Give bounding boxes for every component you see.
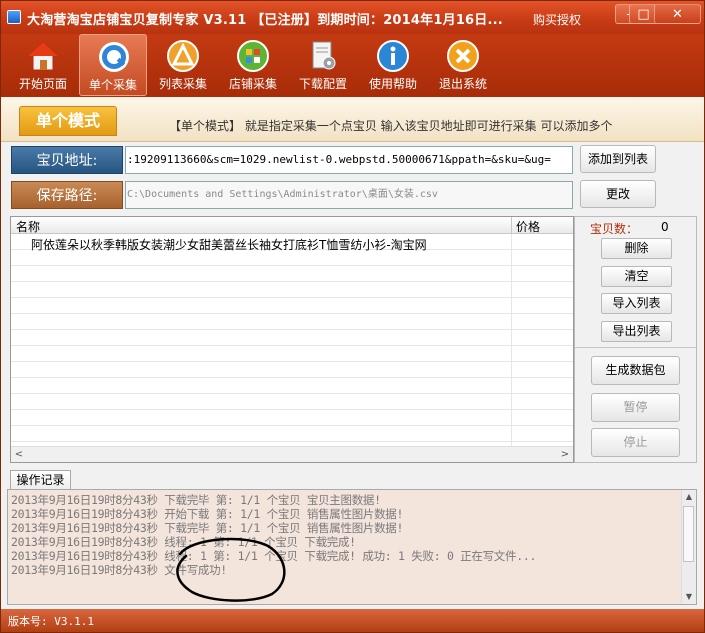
toolbar-item-home[interactable]: 开始页面	[9, 34, 77, 96]
mode-bar: 单个模式 【单个模式】 就是指定采集一个点宝贝 输入该宝贝地址即可进行采集 可以…	[1, 97, 704, 142]
clear-button[interactable]: 清空	[601, 266, 672, 287]
buy-license-link[interactable]: 购买授权	[533, 11, 581, 28]
generate-package-button[interactable]: 生成数据包	[591, 356, 680, 385]
app-window: 大淘营淘宝店铺宝贝复制专家 V3.11 【已注册】到期时间：2014年1月16日…	[0, 0, 705, 633]
import-list-button[interactable]: 导入列表	[601, 293, 672, 314]
toolbar-item-download-config[interactable]: 下载配置	[289, 34, 357, 96]
shop-icon	[237, 40, 269, 72]
toolbar-label: 下载配置	[298, 77, 347, 91]
pause-button[interactable]: 暂停	[591, 393, 680, 422]
side-panel: 宝贝数： 0 删除 清空 导入列表 导出列表 生成数据包 暂停 停止	[574, 216, 697, 463]
home-icon	[26, 41, 60, 71]
export-list-button[interactable]: 导出列表	[601, 321, 672, 342]
gear-icon	[312, 41, 336, 70]
toolbar-item-single-collect[interactable]: 单个采集	[79, 34, 147, 96]
toolbar-item-help[interactable]: 使用帮助	[359, 34, 427, 96]
info-icon	[377, 40, 409, 72]
scroll-down-icon[interactable]: ▼	[682, 590, 696, 604]
version-label: 版本号: V3.1.1	[8, 615, 94, 628]
item-list[interactable]: 名称 价格 阿依莲朵以秋季韩版女装潮少女甜美蕾丝长袖女打底衫T恤雪纺小衫-淘宝网…	[10, 216, 574, 463]
main-toolbar: 开始页面 单个采集 列表采集 店铺采集 下载配置 使用帮助 退出系统	[1, 34, 704, 97]
item-count-value: 0	[661, 220, 669, 234]
toolbar-item-shop-collect[interactable]: 店铺采集	[219, 34, 287, 96]
status-bar: 版本号: V3.1.1	[1, 609, 704, 632]
list-header: 名称 价格	[11, 217, 573, 234]
toolbar-item-list-collect[interactable]: 列表采集	[149, 34, 217, 96]
add-to-list-button[interactable]: 添加到列表	[580, 145, 656, 173]
stop-button[interactable]: 停止	[591, 428, 680, 457]
list-rows	[11, 234, 573, 446]
scroll-up-icon[interactable]: ▲	[682, 490, 696, 504]
column-header-price[interactable]: 价格	[516, 218, 540, 235]
list-icon	[167, 40, 199, 72]
save-path-label: 保存路径:	[11, 181, 123, 209]
title-bar[interactable]: 大淘营淘宝店铺宝贝复制专家 V3.11 【已注册】到期时间：2014年1月16日…	[1, 1, 704, 34]
scroll-left-icon[interactable]: <	[11, 447, 27, 462]
hand-drawn-circle-annotation	[176, 537, 286, 602]
toolbar-item-exit[interactable]: 退出系统	[429, 34, 497, 96]
scrollbar-thumb[interactable]	[683, 506, 694, 562]
horizontal-scrollbar[interactable]: < >	[11, 446, 573, 462]
change-path-button[interactable]: 更改	[580, 180, 656, 208]
scroll-right-icon[interactable]: >	[557, 447, 573, 462]
log-panel: 2013年9月16日19时8分43秒 下载完毕 第: 1/1 个宝贝 宝贝主图数…	[7, 489, 697, 605]
url-label: 宝贝地址:	[11, 146, 123, 174]
toolbar-label: 退出系统	[438, 77, 487, 91]
toolbar-label: 开始页面	[18, 77, 67, 91]
toolbar-label: 店铺采集	[228, 77, 277, 91]
toolbar-label: 单个采集	[88, 78, 137, 92]
toolbar-label: 列表采集	[158, 77, 207, 91]
tab-single-mode[interactable]: 单个模式	[19, 106, 117, 136]
table-row[interactable]: 阿依莲朵以秋季韩版女装潮少女甜美蕾丝长袖女打底衫T恤雪纺小衫-淘宝网	[31, 236, 427, 253]
url-input[interactable]: :19209113660&scm=1029.newlist-0.webpstd.…	[125, 146, 573, 174]
window-title: 大淘营淘宝店铺宝贝复制专家 V3.11 【已注册】到期时间：2014年1月16日…	[27, 13, 503, 28]
tab-operation-log[interactable]: 操作记录	[10, 470, 71, 490]
app-icon	[7, 10, 21, 24]
item-count-label: 宝贝数：	[590, 222, 639, 236]
log-vertical-scrollbar[interactable]: ▲ ▼	[681, 490, 696, 604]
search-icon	[99, 42, 129, 72]
exit-icon	[447, 40, 479, 72]
toolbar-label: 使用帮助	[368, 77, 417, 91]
close-button[interactable]: ✕	[654, 4, 701, 24]
save-path-field: C:\Documents and Settings\Administrator\…	[125, 181, 573, 209]
mode-description: 【单个模式】 就是指定采集一个点宝贝 输入该宝贝地址即可进行采集 可以添加多个	[169, 119, 613, 133]
delete-button[interactable]: 删除	[601, 238, 672, 259]
column-header-name[interactable]: 名称	[16, 218, 40, 235]
